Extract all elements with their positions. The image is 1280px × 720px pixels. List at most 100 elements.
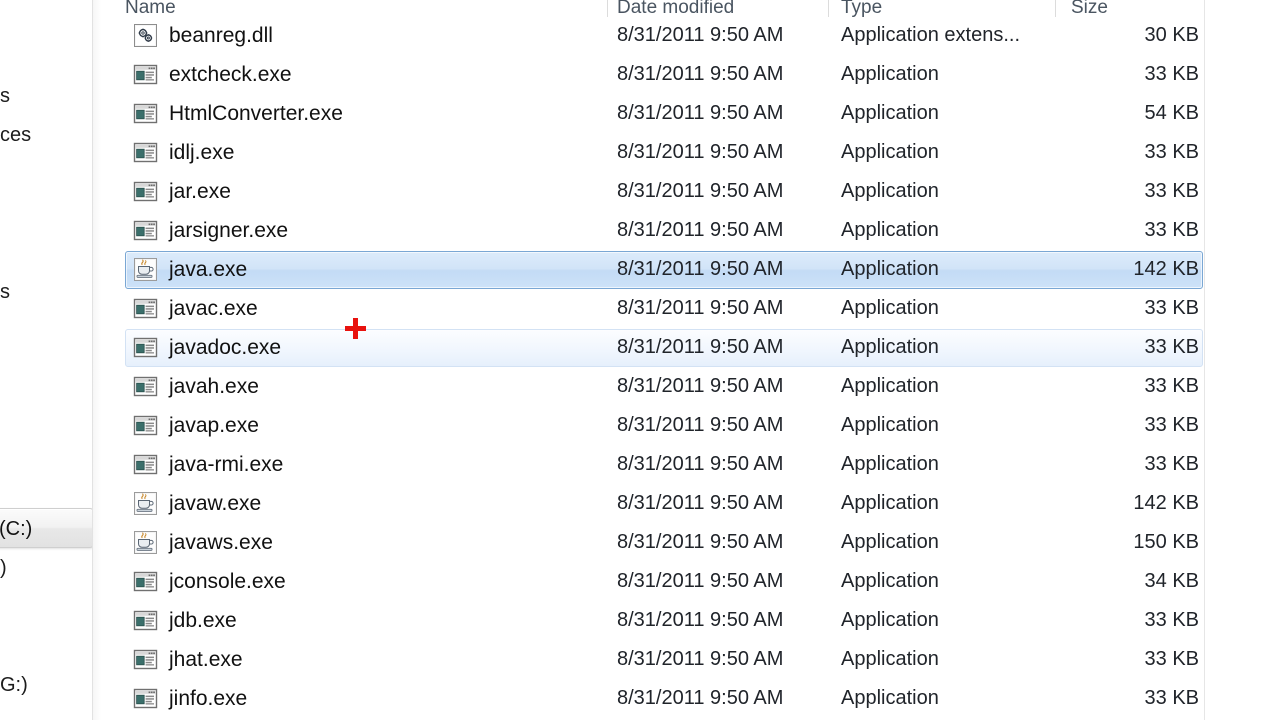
file-size-cell: 33 KB — [1144, 414, 1199, 436]
file-name-cell: HtmlConverter.exe — [169, 102, 343, 125]
file-size-cell: 30 KB — [1144, 24, 1199, 46]
navigation-pane[interactable]: s ces s) G:) (C:) — [0, 0, 92, 720]
sidebar-item-fragment[interactable]: s — [0, 86, 10, 106]
file-type-cell: Application — [841, 492, 939, 514]
file-size-cell: 150 KB — [1133, 531, 1199, 553]
file-type-cell: Application — [841, 531, 939, 553]
file-name-cell: beanreg.dll — [169, 24, 273, 47]
file-size-cell: 54 KB — [1144, 102, 1199, 124]
file-name-cell: javaws.exe — [169, 531, 273, 554]
file-name-cell: javaw.exe — [169, 492, 262, 515]
table-row[interactable]: javaw.exe 8/31/2011 9:50 AM Application 142… — [101, 484, 1280, 523]
file-name-cell: jinfo.exe — [169, 687, 248, 710]
file-size-cell: 33 KB — [1144, 63, 1199, 85]
date-modified-cell: 8/31/2011 9:50 AM — [617, 297, 784, 319]
file-name-cell: jdb.exe — [169, 609, 237, 632]
table-row[interactable]: javac.exe 8/31/2011 9:50 AM Application 33 … — [101, 289, 1280, 328]
exe-icon — [133, 647, 158, 672]
exe-icon — [133, 62, 158, 87]
column-separator[interactable] — [607, 0, 608, 17]
exe-icon — [133, 413, 158, 438]
date-modified-cell: 8/31/2011 9:50 AM — [617, 219, 784, 241]
file-size-cell: 33 KB — [1144, 687, 1199, 709]
file-size-cell: 33 KB — [1144, 336, 1199, 358]
file-name-cell: javah.exe — [169, 375, 259, 398]
file-name-cell: javap.exe — [169, 414, 259, 437]
details-pane-edge — [1204, 0, 1280, 720]
table-row[interactable]: javaws.exe 8/31/2011 9:50 AM Application 15… — [101, 523, 1280, 562]
file-size-cell: 34 KB — [1144, 570, 1199, 592]
file-name-cell: jar.exe — [169, 180, 231, 203]
date-modified-cell: 8/31/2011 9:50 AM — [617, 453, 784, 475]
file-size-cell: 33 KB — [1144, 453, 1199, 475]
column-separator[interactable] — [1055, 0, 1056, 17]
exe-icon — [133, 608, 158, 633]
file-type-cell: Application — [841, 453, 939, 475]
file-size-cell: 142 KB — [1133, 492, 1199, 514]
table-row[interactable]: idlj.exe 8/31/2011 9:50 AM Application 33 K… — [101, 133, 1280, 172]
java-icon — [133, 257, 158, 282]
table-row[interactable]: jhat.exe 8/31/2011 9:50 AM Application 33 K… — [101, 640, 1280, 679]
file-name-cell: extcheck.exe — [169, 63, 292, 86]
table-row[interactable]: java-rmi.exe 8/31/2011 9:50 AM Application… — [101, 445, 1280, 484]
table-row[interactable]: javah.exe 8/31/2011 9:50 AM Application 33 … — [101, 367, 1280, 406]
file-type-cell: Application — [841, 102, 939, 124]
table-row[interactable]: javap.exe 8/31/2011 9:50 AM Application 33 … — [101, 406, 1280, 445]
date-modified-cell: 8/31/2011 9:50 AM — [617, 24, 784, 46]
date-modified-cell: 8/31/2011 9:50 AM — [617, 102, 784, 124]
exe-icon — [133, 101, 158, 126]
date-modified-cell: 8/31/2011 9:50 AM — [617, 141, 784, 163]
table-row[interactable]: java.exe 8/31/2011 9:50 AM Application 142 … — [101, 250, 1280, 289]
file-size-cell: 33 KB — [1144, 297, 1199, 319]
file-type-cell: Application — [841, 687, 939, 709]
table-row[interactable]: jdb.exe 8/31/2011 9:50 AM Application 33 KB — [101, 601, 1280, 640]
date-modified-cell: 8/31/2011 9:50 AM — [617, 63, 784, 85]
exe-icon — [133, 569, 158, 594]
file-type-cell: Application — [841, 63, 939, 85]
exe-icon — [133, 452, 158, 477]
table-row[interactable]: HtmlConverter.exe 8/31/2011 9:50 AM Applic… — [101, 94, 1280, 133]
file-name-cell: idlj.exe — [169, 141, 235, 164]
file-size-cell: 33 KB — [1144, 219, 1199, 241]
sidebar-item-fragment[interactable]: s — [0, 282, 10, 302]
sidebar-item-label: (C:) — [0, 518, 33, 540]
date-modified-cell: 8/31/2011 9:50 AM — [617, 180, 784, 202]
file-size-cell: 33 KB — [1144, 609, 1199, 631]
file-name-cell: javadoc.exe — [169, 336, 282, 359]
sidebar-item-fragment[interactable]: G:) — [0, 675, 28, 695]
pane-splitter-shadow — [93, 0, 101, 720]
table-row[interactable]: jinfo.exe 8/31/2011 9:50 AM Application 33 … — [101, 679, 1280, 718]
date-modified-cell: 8/31/2011 9:50 AM — [617, 687, 784, 709]
java-icon — [133, 491, 158, 516]
file-type-cell: Application — [841, 609, 939, 631]
exe-icon — [133, 218, 158, 243]
date-modified-cell: 8/31/2011 9:50 AM — [617, 609, 784, 631]
file-type-cell: Application — [841, 648, 939, 670]
file-name-cell: javac.exe — [169, 297, 258, 320]
table-row[interactable]: javadoc.exe 8/31/2011 9:50 AM Application 3… — [101, 328, 1280, 367]
file-list-details-view[interactable]: Name Date modified Type Size beanreg.dll 8/3… — [101, 0, 1280, 720]
column-separator[interactable] — [828, 0, 829, 17]
file-name-cell: jarsigner.exe — [169, 219, 289, 242]
table-row[interactable]: extcheck.exe 8/31/2011 9:50 AM Application… — [101, 55, 1280, 94]
exe-icon — [133, 686, 158, 711]
table-row[interactable]: jconsole.exe 8/31/2011 9:50 AM Application… — [101, 562, 1280, 601]
exe-icon — [133, 296, 158, 321]
file-type-cell: Application — [841, 180, 939, 202]
file-size-cell: 33 KB — [1144, 141, 1199, 163]
file-type-cell: Application — [841, 219, 939, 241]
sidebar-item-fragment[interactable]: ) — [0, 558, 7, 578]
exe-icon — [133, 179, 158, 204]
file-size-cell: 142 KB — [1133, 258, 1199, 280]
date-modified-cell: 8/31/2011 9:50 AM — [617, 375, 784, 397]
table-row[interactable]: jarsigner.exe 8/31/2011 9:50 AM Applicatio… — [101, 211, 1280, 250]
table-row[interactable]: beanreg.dll 8/31/2011 9:50 AM Application … — [101, 16, 1280, 55]
sidebar-item-local-disk-c[interactable]: (C:) — [0, 508, 92, 548]
table-row[interactable]: jar.exe 8/31/2011 9:50 AM Application 33 KB — [101, 172, 1280, 211]
date-modified-cell: 8/31/2011 9:50 AM — [617, 336, 784, 358]
file-type-cell: Application extens... — [841, 24, 1020, 46]
file-name-cell: java.exe — [169, 258, 248, 281]
sidebar-item-fragment[interactable]: ces — [0, 125, 31, 145]
date-modified-cell: 8/31/2011 9:50 AM — [617, 570, 784, 592]
java-icon — [133, 530, 158, 555]
